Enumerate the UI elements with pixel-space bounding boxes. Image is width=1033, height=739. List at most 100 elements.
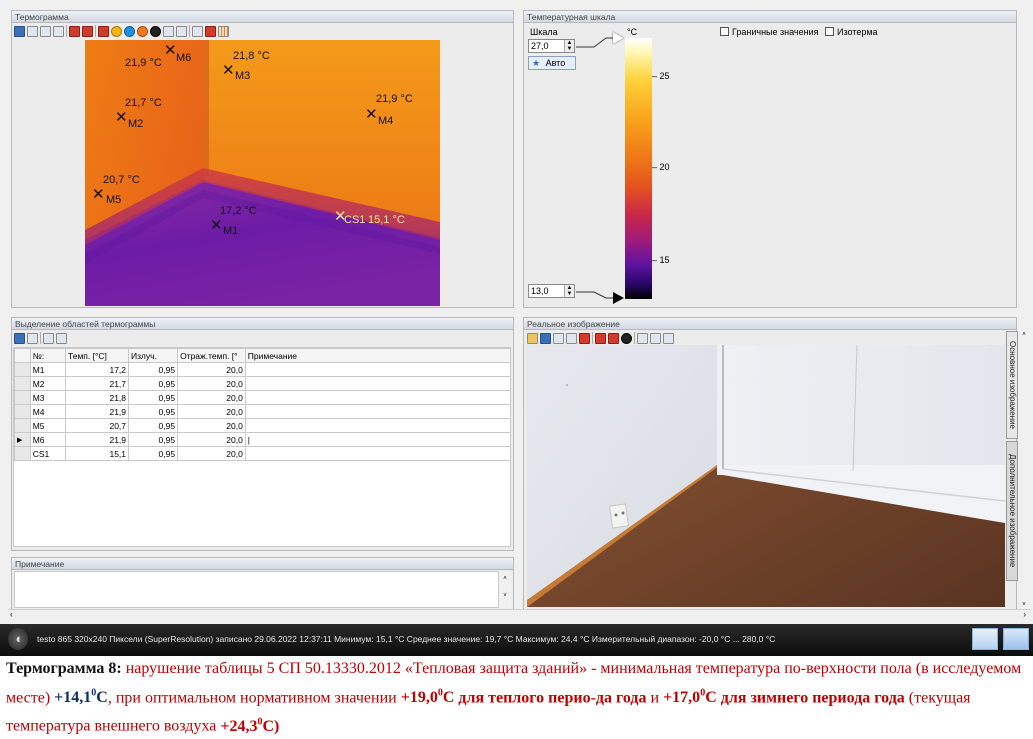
row-selector[interactable]: [14, 362, 31, 377]
grid-icon[interactable]: [218, 25, 229, 37]
cold-spot-icon[interactable]: [124, 25, 135, 37]
row-selector[interactable]: [14, 446, 31, 461]
col-header-note[interactable]: Примечание: [244, 348, 510, 363]
row-selector[interactable]: [14, 376, 31, 391]
min-slider-handle[interactable]: [613, 292, 624, 304]
cell-refl-temp[interactable]: 20,0: [177, 446, 246, 461]
rotate-left-icon[interactable]: [69, 25, 80, 37]
cell-emissivity[interactable]: 0,95: [128, 446, 179, 461]
col-header-refl-temp[interactable]: Отраж.темп. [°: [177, 348, 246, 363]
area-icon[interactable]: [176, 25, 187, 37]
cell-emissivity[interactable]: 0,95: [128, 390, 179, 405]
copy-icon[interactable]: [553, 332, 564, 344]
delete-row-icon[interactable]: [43, 332, 54, 344]
cell-temp[interactable]: 17,2: [64, 362, 130, 377]
scroll-right-icon[interactable]: ›: [1023, 610, 1026, 620]
cell-emissivity[interactable]: 0,95: [128, 376, 179, 391]
cell-emissivity[interactable]: 0,95: [128, 362, 179, 377]
hot-spot-icon[interactable]: [111, 25, 122, 37]
paste-icon[interactable]: [566, 332, 577, 344]
pin-icon[interactable]: [56, 332, 67, 344]
col-header-emissivity[interactable]: Излуч.: [128, 348, 179, 363]
remove-all-icon[interactable]: [205, 25, 216, 37]
speaker-icon[interactable]: ◖: [8, 628, 28, 650]
measure-point-icon[interactable]: [137, 25, 148, 37]
max-slider-handle[interactable]: [613, 32, 624, 44]
table-row[interactable]: M5 20,7 0,95 20,0: [14, 418, 510, 433]
row-selector[interactable]: [14, 404, 31, 419]
cell-emissivity[interactable]: 0,95: [128, 418, 179, 433]
cell-refl-temp[interactable]: 20,0: [177, 418, 246, 433]
rotate-right-icon[interactable]: [608, 332, 619, 344]
delete-icon[interactable]: [579, 332, 590, 344]
cell-note[interactable]: [244, 404, 510, 419]
copy-icon[interactable]: [27, 332, 38, 344]
scroll-left-icon[interactable]: ‹: [10, 610, 13, 620]
cell-note[interactable]: [244, 362, 510, 377]
auto-button[interactable]: ★ Авто: [528, 56, 576, 70]
checkbox-icon[interactable]: [825, 27, 834, 36]
spin-arrows-icon[interactable]: ▲ ▼: [564, 285, 574, 297]
cell-temp[interactable]: 21,9: [64, 404, 130, 419]
zoom-out-icon[interactable]: [650, 332, 661, 344]
export-icon[interactable]: [40, 25, 51, 37]
cell-refl-temp[interactable]: 20,0: [177, 404, 246, 419]
real-photo[interactable]: [527, 345, 1005, 607]
table-row[interactable]: M2 21,7 0,95 20,0: [14, 376, 510, 391]
cell-temp[interactable]: 21,9: [64, 432, 130, 447]
profile-line-icon[interactable]: [163, 25, 174, 37]
tab-main-image[interactable]: Основное изображение: [1006, 331, 1018, 439]
cell-note[interactable]: [244, 446, 510, 461]
delete-point-icon[interactable]: [150, 25, 161, 37]
spin-arrows-icon[interactable]: ▲ ▼: [564, 40, 574, 52]
cell-note[interactable]: |: [244, 432, 510, 447]
scroll-down-icon[interactable]: ˅: [1019, 601, 1029, 609]
window-layout-icon[interactable]: [972, 628, 998, 650]
open-icon[interactable]: [527, 332, 538, 344]
table-row[interactable]: M1 17,2 0,95 20,0: [14, 362, 510, 377]
table-row[interactable]: ▶ M6 21,9 0,95 20,0 |: [14, 432, 510, 447]
real-image-scrollbar[interactable]: ˄ ˅: [1019, 331, 1029, 609]
thermogram-image[interactable]: [85, 40, 440, 306]
cell-temp[interactable]: 21,8: [64, 390, 130, 405]
contrast-icon[interactable]: [621, 332, 632, 344]
table-row[interactable]: M3 21,8 0,95 20,0: [14, 390, 510, 405]
scale-min-input[interactable]: 13,0 ▲ ▼: [528, 284, 575, 298]
table-row[interactable]: M4 21,9 0,95 20,0: [14, 404, 510, 419]
cell-id[interactable]: CS1: [29, 446, 67, 461]
table-row[interactable]: CS1 15,1 0,95 20,0: [14, 446, 510, 461]
rotate-right-icon[interactable]: [82, 25, 93, 37]
tab-additional-image[interactable]: Дополнительное изображение: [1006, 441, 1018, 581]
window-layout-2-icon[interactable]: [1003, 628, 1029, 650]
row-selector-current[interactable]: ▶: [14, 432, 31, 447]
print-icon[interactable]: [53, 25, 64, 37]
cell-id[interactable]: M6: [29, 432, 67, 447]
cell-id[interactable]: M2: [29, 376, 67, 391]
isotherm-checkbox[interactable]: Изотерма: [825, 27, 878, 37]
scale-max-input[interactable]: 27,0 ▲ ▼: [528, 39, 575, 53]
cell-refl-temp[interactable]: 20,0: [177, 390, 246, 405]
cell-id[interactable]: M1: [29, 362, 67, 377]
cell-refl-temp[interactable]: 20,0: [177, 432, 246, 447]
select-area-icon[interactable]: [192, 25, 203, 37]
cell-note[interactable]: [244, 376, 510, 391]
cell-note[interactable]: [244, 418, 510, 433]
cell-note[interactable]: [244, 390, 510, 405]
thermometer-icon[interactable]: [98, 25, 109, 37]
save-icon[interactable]: [14, 25, 25, 37]
boundary-values-checkbox[interactable]: Граничные значения: [720, 27, 818, 37]
zoom-in-icon[interactable]: [637, 332, 648, 344]
cell-temp[interactable]: 20,7: [64, 418, 130, 433]
cell-id[interactable]: M3: [29, 390, 67, 405]
cell-id[interactable]: M5: [29, 418, 67, 433]
cell-refl-temp[interactable]: 20,0: [177, 376, 246, 391]
horizontal-scrollbar[interactable]: ‹ ›: [8, 609, 1030, 619]
cell-temp[interactable]: 15,1: [64, 446, 130, 461]
rotate-left-icon[interactable]: [595, 332, 606, 344]
save-icon[interactable]: [540, 332, 551, 344]
cell-refl-temp[interactable]: 20,0: [177, 362, 246, 377]
checkbox-icon[interactable]: [720, 27, 729, 36]
zoom-fit-icon[interactable]: [663, 332, 674, 344]
col-header-temp[interactable]: Темп. [°C]: [64, 348, 130, 363]
note-textarea[interactable]: [14, 571, 499, 608]
